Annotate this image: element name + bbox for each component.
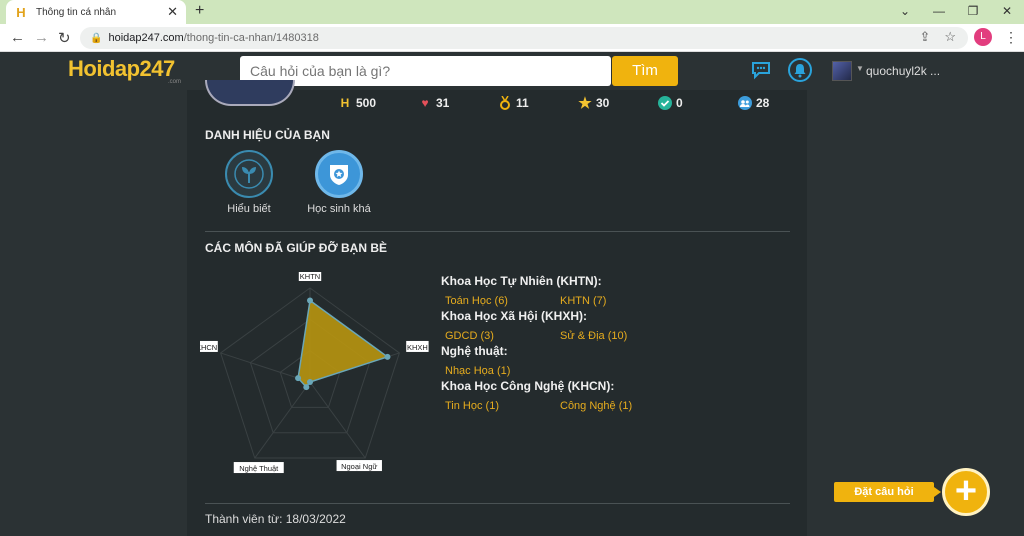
radar-axis-line [254, 381, 311, 459]
badge-hieu-biet[interactable]: Hiểu biết [209, 150, 289, 215]
badge-hoc-sinh-kha[interactable]: Học sinh khá [299, 150, 379, 215]
subject-link[interactable]: Công Nghệ (1) [556, 400, 671, 412]
close-icon[interactable]: ✕ [167, 4, 178, 20]
stat-best-answers: 0 [658, 95, 738, 111]
titles-heading: DANH HIỆU CỦA BẠN [205, 128, 330, 142]
radar-axis-label: Nghệ Thuật [239, 464, 279, 473]
window-close-icon[interactable]: ✕ [990, 0, 1024, 24]
subjects-radar-chart: KHTN KHXH Ngoại Ngữ Nghệ Thuật KHCN [200, 272, 429, 474]
subject-link[interactable]: Nhạc Họa (1) [441, 365, 556, 377]
member-since: Thành viên từ: 18/03/2022 [205, 512, 346, 526]
subject-link[interactable]: GDCD (3) [441, 330, 556, 342]
ask-question-button[interactable]: + [942, 468, 990, 516]
minimize-icon[interactable]: — [922, 0, 956, 24]
section-divider [205, 231, 790, 232]
lock-icon: 🔒 [90, 32, 103, 44]
subject-group-khcn: Khoa Học Công Nghệ (KHCN): Tin Học (1) C… [441, 379, 791, 412]
stat-value: 30 [596, 96, 610, 110]
subject-link[interactable]: Toán Học (6) [441, 295, 556, 307]
share-icon[interactable]: ⇪ [919, 29, 930, 45]
url-path: /thong-tin-ca-nhan/1480318 [183, 32, 319, 44]
stat-value: 500 [356, 96, 377, 110]
subject-group-title: Khoa Học Tự Nhiên (KHTN): [441, 274, 602, 288]
stat-followers: 28 [738, 95, 818, 111]
subject-group-title: Khoa Học Công Nghệ (KHCN): [441, 379, 615, 393]
check-circle-icon [658, 96, 672, 110]
menu-kebab-icon[interactable]: ⋮ [1004, 29, 1018, 46]
subject-link[interactable]: Sử & Địa (10) [556, 330, 671, 342]
profile-avatar[interactable]: L [974, 28, 992, 46]
site-favicon-icon: H [16, 4, 26, 20]
section-divider [205, 503, 790, 504]
shield-star-icon [315, 150, 363, 198]
users-icon [738, 96, 752, 110]
radar-data-point [295, 375, 302, 382]
subject-group-title: Nghệ thuật: [441, 344, 508, 358]
search-button[interactable]: Tìm [612, 56, 678, 86]
stat-value: 11 [516, 96, 529, 110]
radar-data-point [307, 379, 313, 385]
reload-icon[interactable]: ↻ [58, 29, 71, 47]
restore-icon[interactable]: ❐ [956, 0, 990, 24]
address-bar: ← → ↻ 🔒 hoidap247.com /thong-tin-ca-nhan… [0, 24, 1024, 52]
tab-title: Thông tin cá nhân [36, 6, 117, 18]
stats-bar: H 500 ♥ 31 11 ★ 30 0 28 [338, 95, 818, 112]
h-points-icon: H [340, 96, 350, 110]
stat-points: H 500 [338, 95, 418, 111]
search-input[interactable] [240, 56, 611, 86]
medal-icon [498, 96, 512, 110]
browser-tab-bar: H Thông tin cá nhân ✕ + ⌄ — ❐ ✕ [0, 0, 1024, 24]
browser-tab[interactable]: H Thông tin cá nhân ✕ [6, 0, 186, 24]
subjects-list: Khoa Học Tự Nhiên (KHTN): Toán Học (6) K… [441, 272, 791, 412]
user-avatar[interactable] [832, 61, 852, 81]
ask-question-label[interactable]: Đặt câu hỏi [834, 482, 941, 502]
radar-axis-label: KHXH [407, 343, 428, 352]
url-host: hoidap247.com [108, 32, 184, 44]
subject-group-nghe-thuat: Nghệ thuật: Nhạc Họa (1) [441, 344, 791, 377]
site-logo[interactable]: Hoidap247 [68, 56, 175, 82]
stat-medals: 11 [498, 95, 578, 111]
subject-group-title: Khoa Học Xã Hội (KHXH): [441, 309, 588, 323]
stat-likes: ♥ 31 [418, 95, 498, 111]
radar-axis-label: Ngoại Ngữ [341, 462, 377, 471]
subjects-heading: CÁC MÔN ĐÃ GIÚP ĐỠ BẠN BÈ [205, 241, 388, 255]
new-tab-icon[interactable]: + [195, 2, 204, 20]
radar-axis-label: KHCN [200, 343, 217, 352]
chevron-down-icon[interactable]: ▼ [856, 64, 864, 73]
plant-icon [225, 150, 273, 198]
radar-axis-line [309, 381, 366, 459]
heart-icon: ♥ [421, 96, 429, 110]
stat-value: 0 [676, 96, 683, 110]
bell-icon [794, 64, 806, 78]
forward-icon[interactable]: → [34, 29, 49, 46]
window-controls: ⌄ — ❐ ✕ [888, 0, 1024, 24]
radar-data-area [297, 299, 390, 389]
radar-data-point [303, 384, 310, 391]
user-name[interactable]: quochuyl2k ... [866, 64, 940, 78]
site-header: Hoidap247 .com Tìm ▼ quochuyl2k ... [0, 52, 1024, 90]
stat-value: 31 [436, 96, 450, 110]
radar-data-point [384, 353, 391, 360]
back-icon[interactable]: ← [10, 29, 25, 46]
subject-group-khtn: Khoa Học Tự Nhiên (KHTN): Toán Học (6) K… [441, 274, 791, 307]
notification-button[interactable] [788, 58, 812, 82]
badge-label: Hiểu biết [227, 203, 271, 215]
logo-sub: .com [168, 79, 182, 85]
radar-axis-label: KHTN [300, 272, 320, 281]
chat-icon[interactable] [750, 59, 772, 81]
chevron-down-icon[interactable]: ⌄ [888, 0, 922, 24]
radar-data-point [307, 297, 313, 304]
stat-value: 28 [756, 96, 770, 110]
badge-label: Học sinh khá [307, 203, 371, 215]
star-icon: ★ [578, 95, 592, 112]
subject-link[interactable]: Tin Học (1) [441, 400, 556, 412]
stat-stars: ★ 30 [578, 95, 658, 112]
subject-link[interactable]: KHTN (7) [556, 295, 671, 307]
star-bookmark-icon[interactable]: ☆ [944, 29, 956, 45]
profile-avatar-large [205, 80, 295, 106]
url-field[interactable]: 🔒 hoidap247.com /thong-tin-ca-nhan/14803… [80, 27, 968, 49]
subject-group-khxh: Khoa Học Xã Hội (KHXH): GDCD (3) Sử & Đị… [441, 309, 791, 342]
